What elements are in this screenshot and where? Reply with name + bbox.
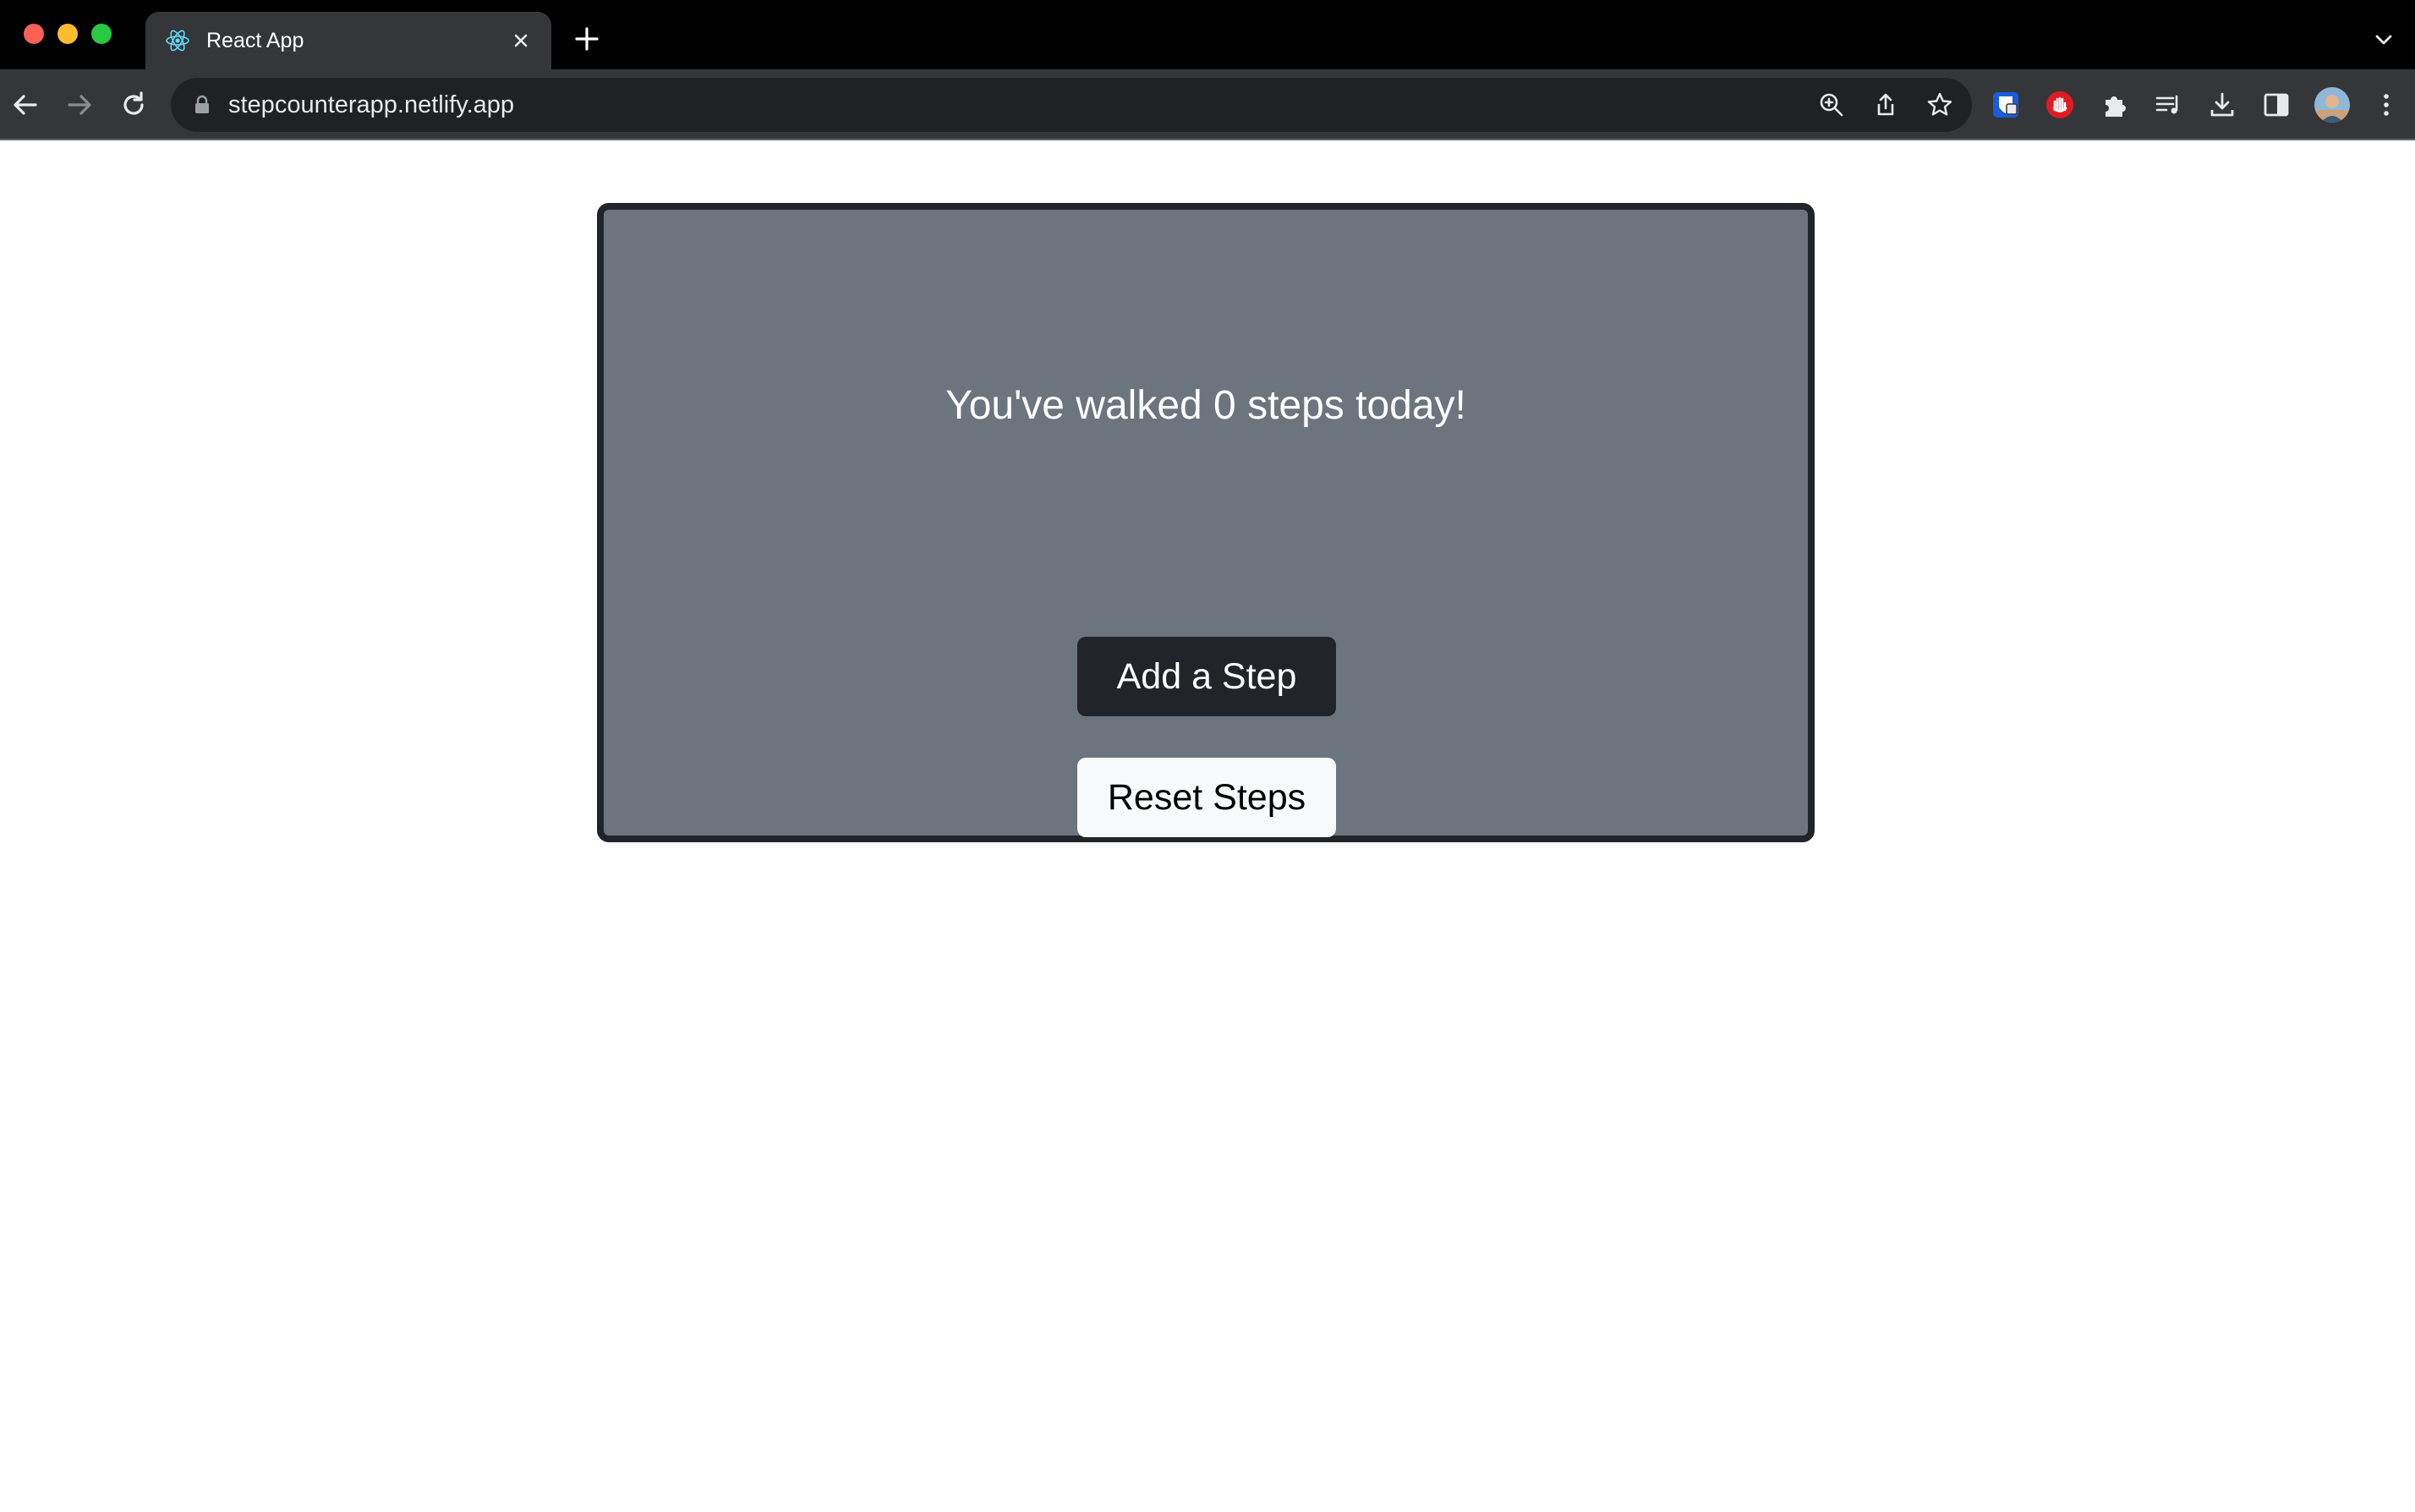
active-tab[interactable]: React App (145, 12, 551, 69)
profile-avatar[interactable] (2314, 86, 2351, 123)
chevron-down-icon[interactable] (2373, 29, 2395, 51)
url-text: stepcounterapp.netlify.app (228, 91, 515, 118)
steps-message: You've walked 0 steps today! (945, 383, 1466, 428)
adblock-extension-icon[interactable] (2045, 90, 2075, 120)
close-window-button[interactable] (24, 24, 44, 44)
react-logo-icon (166, 30, 189, 52)
step-counter-card: You've walked 0 steps today! Add a Step … (597, 203, 1815, 842)
download-icon[interactable] (2207, 90, 2237, 120)
menu-kebab-icon[interactable] (2371, 90, 2401, 120)
share-icon[interactable] (1872, 91, 1899, 118)
side-panel-icon[interactable] (2261, 90, 2292, 120)
reset-steps-button[interactable]: Reset Steps (1077, 758, 1336, 837)
extensions-puzzle-icon[interactable] (2099, 90, 2129, 120)
reload-icon[interactable] (117, 88, 151, 122)
forward-arrow-icon[interactable] (63, 88, 96, 122)
zoom-icon[interactable] (1818, 91, 1845, 118)
tab-title: React App (206, 29, 304, 52)
bitwarden-extension-icon[interactable] (1991, 90, 2021, 120)
minimize-window-button[interactable] (58, 24, 78, 44)
media-control-icon[interactable] (2153, 90, 2183, 120)
maximize-window-button[interactable] (91, 24, 112, 44)
page-viewport: You've walked 0 steps today! Add a Step … (0, 142, 2415, 1512)
address-bar[interactable]: stepcounterapp.netlify.app (171, 78, 1972, 132)
lock-icon[interactable] (193, 95, 211, 115)
back-arrow-icon[interactable] (8, 88, 42, 122)
bookmark-star-icon[interactable] (1926, 91, 1953, 118)
tab-strip: React App (0, 0, 2415, 69)
add-step-button[interactable]: Add a Step (1077, 637, 1336, 716)
close-tab-icon[interactable] (509, 29, 533, 52)
browser-toolbar: stepcounterapp.netlify.app (0, 69, 2415, 140)
new-tab-icon[interactable] (573, 25, 600, 52)
